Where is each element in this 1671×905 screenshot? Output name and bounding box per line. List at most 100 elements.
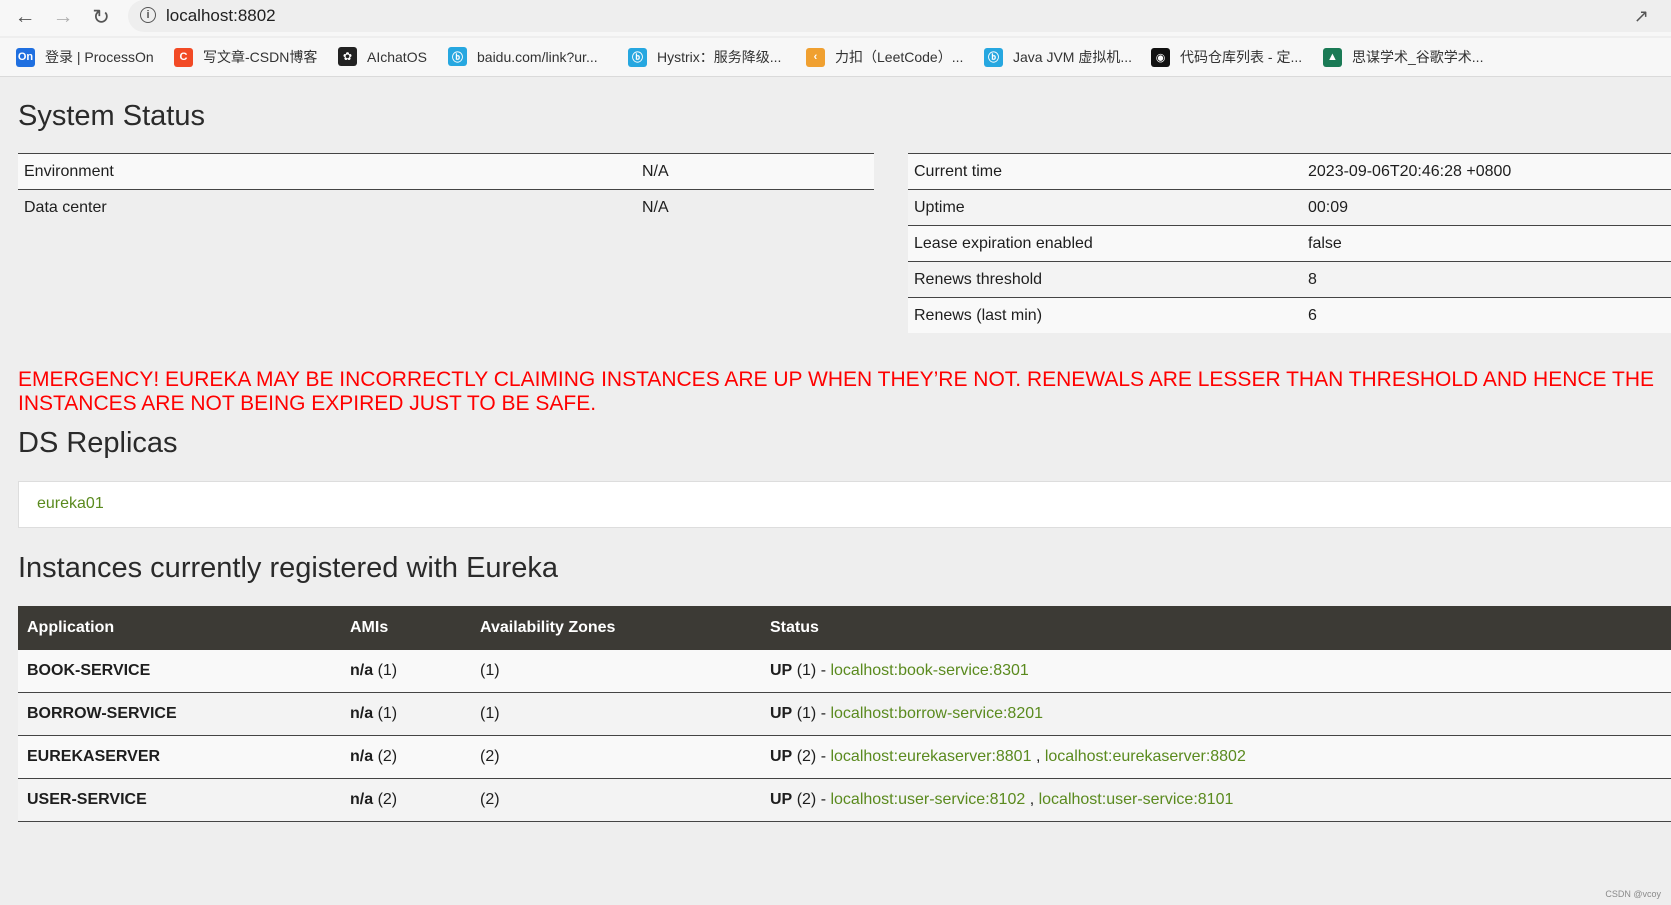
bookmark-label: 登录 | ProcessOn xyxy=(45,49,154,65)
status-cell: UP (2) - localhost:user-service:8102 , l… xyxy=(761,778,1671,822)
bookmark-item[interactable]: ⓑ Java JVM 虚拟机... xyxy=(984,47,1132,67)
instances-title: Instances currently registered with Eure… xyxy=(18,552,558,584)
status-row: Uptime 00:09 xyxy=(908,189,1671,226)
status-label: Renews (last min) xyxy=(908,297,1302,333)
replica-link[interactable]: eureka01 xyxy=(37,495,104,513)
forward-arrow-icon[interactable]: → xyxy=(50,4,76,30)
eye-icon: ◉ xyxy=(1151,47,1170,67)
browser-toolbar: ← → ↻ i localhost:8802 ↗ xyxy=(0,0,1671,36)
bookmark-item[interactable]: ⓑ Hystrix：服务降级... xyxy=(628,47,781,67)
emergency-warning: EMERGENCY! EUREKA MAY BE INCORRECTLY CLA… xyxy=(18,368,1668,416)
header-availability-zones: Availability Zones xyxy=(471,606,761,650)
url-text[interactable]: localhost:8802 xyxy=(166,6,276,26)
zones-cell: (2) xyxy=(471,735,761,779)
zones-cell: (2) xyxy=(471,778,761,822)
bookmark-label: Hystrix：服务降级... xyxy=(657,49,782,65)
status-value: N/A xyxy=(636,189,874,225)
bookmarks-bar: On 登录 | ProcessOn C 写文章-CSDN博客 ✿ AIchatOS ⓑ bai… xyxy=(0,38,1671,77)
status-label: Environment xyxy=(18,153,636,190)
instance-link[interactable]: localhost:book-service:8301 xyxy=(830,662,1028,679)
table-row: USER-SERVICE n/a (2) (2) UP (2) - localhost… xyxy=(18,778,1671,822)
watermark: CSDN @vcoy xyxy=(1605,889,1661,899)
bilibili-icon: ⓑ xyxy=(984,47,1003,67)
bookmark-item[interactable]: ✿ AIchatOS xyxy=(338,47,427,66)
share-icon[interactable]: ↗ xyxy=(1634,6,1649,27)
amis-cell: n/a (2) xyxy=(341,778,471,822)
emergency-line-1: EMERGENCY! EUREKA MAY BE INCORRECTLY CLA… xyxy=(18,368,1655,391)
status-label: Data center xyxy=(18,189,636,225)
bookmark-label: 力扣（LeetCode）... xyxy=(835,49,964,65)
bilibili-icon: ⓑ xyxy=(628,47,647,67)
reload-icon[interactable]: ↻ xyxy=(88,4,114,30)
status-row: Renews threshold 8 xyxy=(908,261,1671,298)
bookmark-label: Java JVM 虚拟机... xyxy=(1013,49,1133,65)
bookmark-label: AIchatOS xyxy=(367,48,427,65)
ds-replicas-title: DS Replicas xyxy=(18,427,178,459)
status-row: Current time 2023-09-06T20:46:28 +0800 xyxy=(908,153,1671,190)
bookmark-item[interactable]: C 写文章-CSDN博客 xyxy=(174,47,317,67)
application-name: BOOK-SERVICE xyxy=(18,650,341,693)
bookmark-label: 代码仓库列表 - 定... xyxy=(1180,49,1303,65)
scholar-icon: ▲ xyxy=(1323,47,1342,67)
status-label: Uptime xyxy=(908,189,1302,226)
system-status-left-table: Environment N/A Data center N/A xyxy=(18,153,874,225)
bookmark-label: 写文章-CSDN博客 xyxy=(203,49,318,65)
bookmark-item[interactable]: On 登录 | ProcessOn xyxy=(16,47,154,67)
status-row: Renews (last min) 6 xyxy=(908,297,1671,333)
ds-replicas-list: eureka01 xyxy=(18,481,1671,528)
bookmark-item[interactable]: ⓑ baidu.com/link?ur... xyxy=(448,47,598,66)
instance-link[interactable]: localhost:user-service:8101 xyxy=(1039,791,1234,808)
amis-cell: n/a (1) xyxy=(341,650,471,693)
bookmark-item[interactable]: ▲ 思谋学术_谷歌学术... xyxy=(1323,47,1483,67)
csdn-icon: C xyxy=(174,47,193,67)
status-value: 2023-09-06T20:46:28 +0800 xyxy=(1302,153,1671,190)
status-label: Lease expiration enabled xyxy=(908,225,1302,262)
zones-cell: (1) xyxy=(471,692,761,736)
instances-header-row: Application AMIs Availability Zones Stat… xyxy=(18,606,1671,650)
table-row: BORROW-SERVICE n/a (1) (1) UP (1) - localho… xyxy=(18,692,1671,736)
address-bar[interactable]: i localhost:8802 ↗ xyxy=(128,0,1671,32)
status-row: Lease expiration enabled false xyxy=(908,225,1671,262)
status-row: Data center N/A xyxy=(18,189,874,225)
table-row: BOOK-SERVICE n/a (1) (1) UP (1) - localhost… xyxy=(18,650,1671,693)
status-value: 00:09 xyxy=(1302,189,1671,226)
instance-link[interactable]: localhost:user-service:8102 xyxy=(830,791,1025,808)
status-row: Environment N/A xyxy=(18,153,874,190)
bookmark-label: 思谋学术_谷歌学术... xyxy=(1352,49,1484,65)
instance-link[interactable]: localhost:eurekaserver:8801 xyxy=(830,748,1031,765)
amis-cell: n/a (2) xyxy=(341,735,471,779)
status-cell: UP (2) - localhost:eurekaserver:8801 , l… xyxy=(761,735,1671,779)
back-arrow-icon[interactable]: ← xyxy=(12,4,38,30)
zones-cell: (1) xyxy=(471,650,761,693)
status-cell: UP (1) - localhost:borrow-service:8201 xyxy=(761,692,1671,736)
bookmark-item[interactable]: ◉ 代码仓库列表 - 定... xyxy=(1151,47,1302,67)
bookmark-label: baidu.com/link?ur... xyxy=(477,48,598,65)
instance-link[interactable]: localhost:borrow-service:8201 xyxy=(830,705,1043,722)
emergency-line-2: INSTANCES ARE NOT BEING EXPIRED JUST TO … xyxy=(18,392,597,415)
header-status: Status xyxy=(761,606,1671,650)
leetcode-icon: ‹ xyxy=(806,47,825,67)
application-name: USER-SERVICE xyxy=(18,778,341,822)
status-value: 8 xyxy=(1302,261,1671,298)
status-cell: UP (1) - localhost:book-service:8301 xyxy=(761,650,1671,693)
system-status-right-table: Current time 2023-09-06T20:46:28 +0800 U… xyxy=(908,153,1671,333)
status-label: Renews threshold xyxy=(908,261,1302,298)
openai-icon: ✿ xyxy=(338,47,357,66)
bilibili-icon: ⓑ xyxy=(448,47,467,66)
status-label: Current time xyxy=(908,153,1302,190)
header-amis: AMIs xyxy=(341,606,471,650)
system-status-title: System Status xyxy=(18,100,205,132)
processon-icon: On xyxy=(16,47,35,67)
bookmark-item[interactable]: ‹ 力扣（LeetCode）... xyxy=(806,47,963,67)
amis-cell: n/a (1) xyxy=(341,692,471,736)
application-name: EUREKASERVER xyxy=(18,735,341,779)
instance-link[interactable]: localhost:eurekaserver:8802 xyxy=(1045,748,1246,765)
header-application: Application xyxy=(18,606,341,650)
application-name: BORROW-SERVICE xyxy=(18,692,341,736)
table-row: EUREKASERVER n/a (2) (2) UP (2) - localhost… xyxy=(18,735,1671,779)
info-icon[interactable]: i xyxy=(140,7,156,23)
instances-table: Application AMIs Availability Zones Stat… xyxy=(18,606,1671,822)
status-value: 6 xyxy=(1302,297,1671,333)
status-value: N/A xyxy=(636,153,874,190)
status-value: false xyxy=(1302,225,1671,262)
